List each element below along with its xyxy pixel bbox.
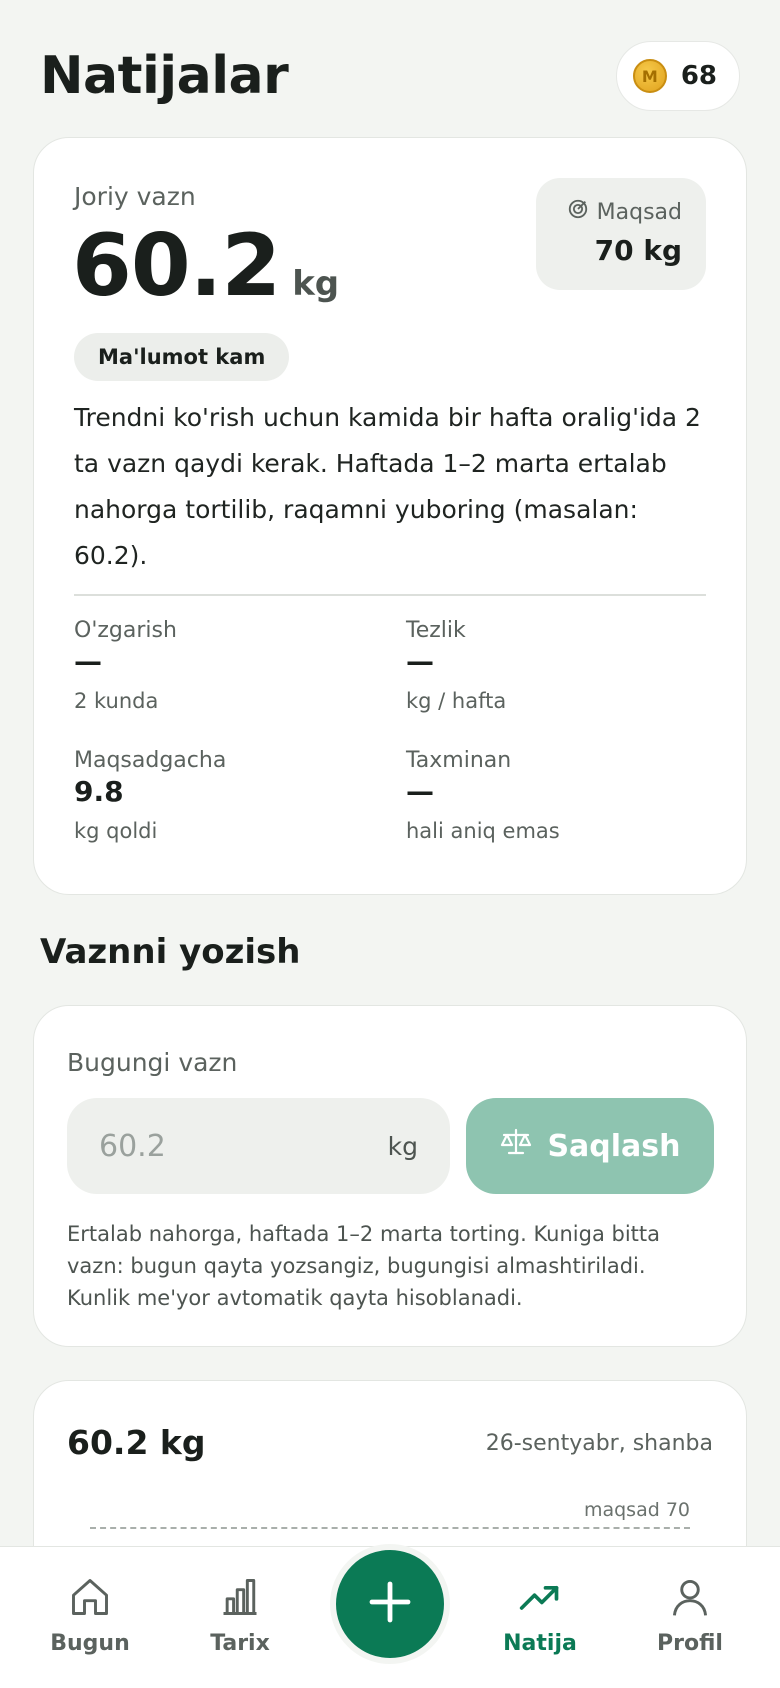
save-button-label: Saqlash [547, 1128, 681, 1164]
current-weight-number: 60.2 [72, 216, 281, 316]
goal-value: 70 kg [594, 234, 682, 267]
entry-help-text: Ertalab nahorga, haftada 1–2 marta torti… [67, 1222, 661, 1310]
current-weight-unit: kg [292, 264, 340, 304]
add-weight-button[interactable] [330, 1544, 450, 1664]
user-icon [668, 1575, 712, 1623]
current-weight-card: Joriy vazn 60.2 kg Maqsad 70 kg Ma'lumot… [33, 137, 747, 895]
nav-item-profil[interactable]: Profil [630, 1575, 750, 1656]
chart-current-value: 60.2 kg [67, 1423, 206, 1462]
coin-icon: M [632, 59, 667, 93]
stat-sub: kg / hafta [406, 689, 507, 713]
section-title: Vaznni yozish [40, 932, 301, 972]
stat-value: — [406, 645, 434, 678]
stat-sub: kg qoldi [74, 819, 158, 843]
plus-icon [366, 1578, 414, 1630]
nav-item-bugun[interactable]: Bugun [30, 1575, 150, 1656]
nav-item-tarix[interactable]: Tarix [180, 1575, 300, 1656]
stat-label: Tezlik [406, 618, 466, 643]
scale-icon [499, 1127, 533, 1165]
goal-box: Maqsad 70 kg [536, 178, 706, 290]
weight-input[interactable] [99, 1128, 319, 1164]
trend-notice: Trendni ko'rish uchun kamida bir hafta o… [74, 403, 701, 570]
stat-value: 9.8 [74, 775, 124, 808]
trending-up-icon [518, 1575, 562, 1623]
nav-label: Bugun [50, 1631, 130, 1656]
page-title: Natijalar [40, 46, 289, 106]
current-weight-label: Joriy vazn [74, 182, 196, 211]
current-weight-value: 60.2 kg [72, 216, 339, 316]
stat-label: Maqsadgacha [74, 748, 227, 773]
header: Natijalar M 68 [40, 36, 740, 116]
stat-label: O'zgarish [74, 618, 177, 643]
goal-line [90, 1527, 690, 1529]
save-button[interactable]: Saqlash [466, 1098, 714, 1194]
stat-change: O'zgarish — 2 kunda [74, 618, 374, 713]
nav-label: Profil [657, 1631, 723, 1656]
target-icon [567, 198, 589, 226]
stat-estimate: Taxminan — hali aniq emas [406, 748, 706, 843]
stat-sub: hali aniq emas [406, 819, 560, 843]
weight-input-label: Bugungi vazn [67, 1048, 238, 1077]
weight-input-field[interactable]: kg [67, 1098, 450, 1194]
stat-sub: 2 kunda [74, 689, 159, 713]
goal-label-row: Maqsad [560, 198, 682, 226]
stat-to-goal: Maqsadgacha 9.8 kg qoldi [74, 748, 374, 843]
weight-entry-card: Bugungi vazn kg Saqlash Ertalab nahorga,… [33, 1005, 747, 1347]
weight-input-unit: kg [387, 1131, 418, 1161]
coin-count: 68 [680, 61, 717, 91]
goal-line-label: maqsad 70 [583, 1499, 690, 1521]
divider [74, 594, 706, 596]
stat-value: — [406, 775, 434, 808]
home-icon [68, 1575, 112, 1623]
status-badge: Ma'lumot kam [74, 333, 290, 381]
nav-item-natija[interactable]: Natija [480, 1575, 600, 1656]
stat-speed: Tezlik — kg / hafta [406, 618, 706, 713]
coin-balance[interactable]: M 68 [615, 41, 740, 111]
stat-value: — [74, 645, 102, 678]
nav-label: Natija [503, 1631, 577, 1656]
stat-label: Taxminan [406, 748, 512, 773]
goal-label: Maqsad [596, 199, 682, 225]
nav-label: Tarix [210, 1631, 270, 1656]
chart-date: 26-sentyabr, shanba [485, 1431, 713, 1456]
bar-chart-icon [218, 1575, 262, 1623]
